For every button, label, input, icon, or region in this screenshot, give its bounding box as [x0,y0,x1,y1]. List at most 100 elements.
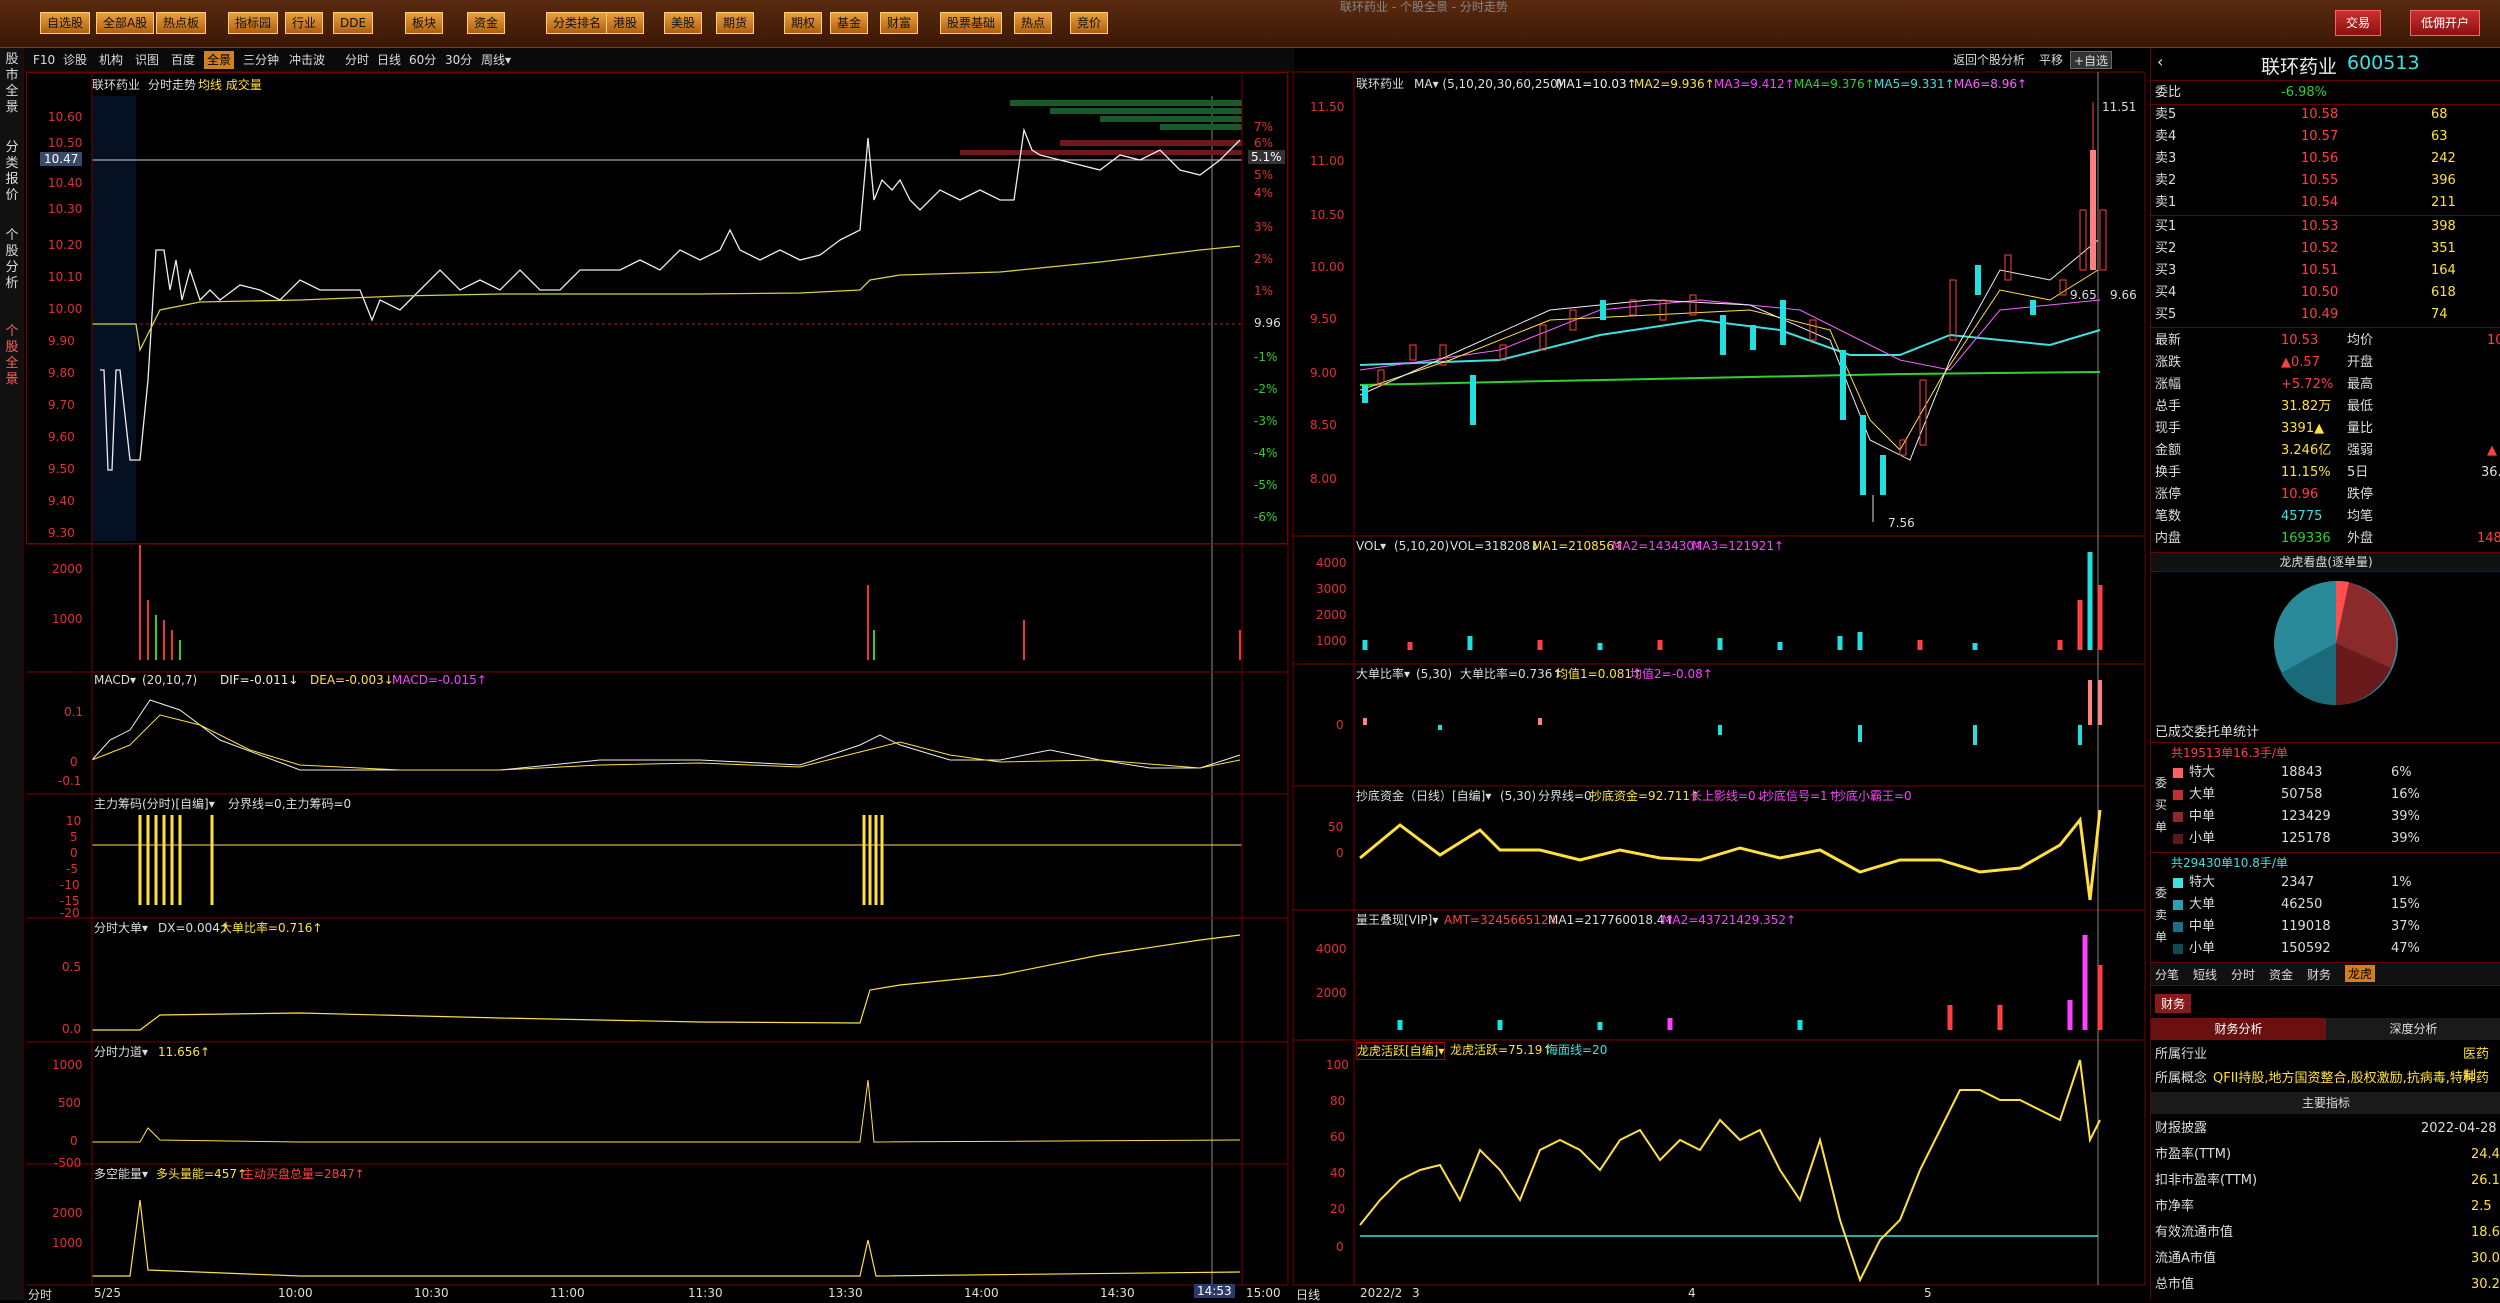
tab-dragon[interactable]: 龙虎 [2345,965,2376,982]
daily-ma3: MA3=9.412↑ [1714,77,1795,91]
weibi-row: 委比 -6.98% [2155,85,2327,100]
zzdx-label[interactable]: 量王叠现[VIP]▾ [1356,912,1438,928]
fin-tab[interactable]: 财务 [2155,994,2192,1013]
tab-ticks[interactable]: 分笔 [2155,966,2179,983]
lp-2: 10.40 [48,176,83,190]
fsld-label[interactable]: 分时力道▾ [94,1044,148,1060]
macd-axis-2: -0.1 [58,774,82,788]
intraday-bottom-label[interactable]: 分时 [28,1286,52,1303]
daily-volume-bars [1362,552,2103,650]
tab-finance[interactable]: 财务 [2307,966,2331,983]
open-account-button[interactable]: 低佣开户 [2410,10,2481,36]
sell-m-row: 中单 119018 37% [2151,916,2500,938]
fsdd-axis-0: 0.5 [62,960,82,974]
stat-row-0: 最新 10.53 均价 10 [2155,333,2500,348]
stat-row-9: 内盘 169336 外盘 148 [2155,531,2500,546]
ddbl-value: 大单比率=0.736↑ [1460,667,1563,681]
daily-ma1: MA1=10.03↑ [1556,77,1637,91]
ask-row-3[interactable]: 卖3 10.56 242 [2151,148,2500,170]
lpct-11: -4% [1254,446,1278,460]
buy-total: 共19513单16.3手/单 [2171,746,2288,760]
lpct-1: 6% [1254,136,1274,150]
dp-3: 10.00 [1310,260,1345,274]
vol-label[interactable]: VOL▾ [1356,538,1386,554]
cdzj-label[interactable]: 抄底资金（日线）[自编]▾ [1356,788,1491,804]
cdzj-t4: 抄底信号=1↑ [1762,789,1838,803]
fsld-axis-1: 500 [58,1096,81,1110]
lhhy-axis-3: 40 [1330,1166,1346,1180]
lhhy-axis-4: 20 [1330,1202,1346,1216]
ddbl-label[interactable]: 大单比率▾ [1356,666,1410,682]
cdzj-t3: 长上影线=0↓ [1690,789,1766,803]
intraday-volume-bars [139,545,1241,660]
ask-row-4[interactable]: 卖4 10.57 63 [2151,126,2500,148]
lpct-7: 9.96 [1254,316,1281,330]
lhhy-axis-2: 60 [1330,1130,1346,1144]
zzdx-ma2: MA2=43721429.352↑ [1662,913,1797,927]
ddbl-axis-0: 0 [1336,718,1344,732]
dp-0: 11.50 [1310,100,1345,114]
current-price-tag: 10.47 [40,152,83,166]
fsdd-label[interactable]: 分时大单▾ [94,920,148,936]
ask-row-2[interactable]: 卖2 10.55 396 [2151,170,2500,192]
lp-6: 10.00 [48,302,83,316]
volume-profile [960,100,1242,155]
dknl-label[interactable]: 多空能量▾ [94,1166,148,1182]
time-8: 15:00 [1246,1286,1281,1300]
time-2: 10:30 [414,1286,449,1300]
daily-candles [1362,102,2107,522]
dknl-text2: 主动买盘总量=2847↑ [242,1167,365,1181]
daily-ma4: MA4=9.376↑ [1794,77,1875,91]
fsld-line [92,1079,1241,1143]
daily-ma2: MA2=9.936↑ [1634,77,1715,91]
bid-row-2[interactable]: 买2 10.52 351 [2151,238,2500,260]
zlcm-axis-3: -5 [66,862,78,876]
daily-ma6: MA6=8.96↑ [1954,77,2028,91]
time-cursor-tag: 14:53 [1194,1284,1235,1298]
ddbl-bars [1363,680,2102,745]
daily-high-label: 11.51 [2102,100,2137,114]
stat-row-2: 涨幅 +5.72% 最高 [2155,377,2374,392]
ddbl-params: (5,30) [1416,667,1453,681]
macd-label[interactable]: MACD▾ [94,672,136,688]
daily-low-label: 7.56 [1888,516,1915,530]
lpct-4: 3% [1254,220,1274,234]
intraday-avg-line [92,245,1241,353]
daily-stock-name: 联环药业 [1356,77,1405,91]
macd-params: (20,10,7) [142,673,198,687]
lhhy-t1: 龙虎活跃=75.19↑ [1450,1043,1553,1057]
ask-row-1[interactable]: 卖1 10.54 211 [2151,192,2500,214]
lp-9: 9.70 [48,398,75,412]
bid-row-5[interactable]: 买5 10.49 74 [2151,304,2500,326]
lhhy-axis-5: 0 [1336,1240,1344,1254]
fin-analysis-tab[interactable]: 财务分析 [2151,1018,2326,1040]
zlcm-label[interactable]: 主力筹码(分时)[自编]▾ [94,796,215,812]
fsld-axis-2: 0 [70,1134,78,1148]
dknl-text: 多头量能=457↑ [156,1167,248,1181]
dknl-axis-1: 1000 [52,1236,83,1250]
fin-row-6: 总市值 30.2 [2155,1277,2500,1292]
ask-row-5[interactable]: 卖5 10.58 68 [2151,104,2500,126]
bid-row-4[interactable]: 买4 10.50 618 [2151,282,2500,304]
lp-8: 9.80 [48,366,75,380]
lp-5: 10.10 [48,270,83,284]
buy-m-row: 中单 123429 39% [2151,806,2500,828]
daily-bottom-label[interactable]: 日线 [1296,1286,1320,1303]
quote-stock-code: 600513 [2347,52,2420,74]
back-icon[interactable]: ‹ [2157,52,2163,71]
lpct-12: -5% [1254,478,1278,492]
lhhy-label[interactable]: 龙虎活跃[自编]▾ [1356,1042,1446,1060]
lpct-3: 4% [1254,186,1274,200]
trade-button[interactable]: 交易 [2335,10,2382,36]
tab-funds[interactable]: 资金 [2269,966,2293,983]
deep-analysis-tab[interactable]: 深度分析 [2326,1018,2500,1040]
tab-short[interactable]: 短线 [2193,966,2217,983]
tab-intra[interactable]: 分时 [2231,966,2255,983]
bid-row-3[interactable]: 买3 10.51 164 [2151,260,2500,282]
bid-row-1[interactable]: 买1 10.53 398 [2151,216,2500,238]
zlcm-axis-2: 0 [70,846,78,860]
stat-row-8: 笔数 45775 均笔 [2155,509,2374,524]
dp-2: 10.50 [1310,208,1345,222]
buy-s-row: 小单 125178 39% [2151,828,2500,850]
daily-ma-label[interactable]: MA▾ (5,10,20,30,60,250) [1414,76,1562,92]
